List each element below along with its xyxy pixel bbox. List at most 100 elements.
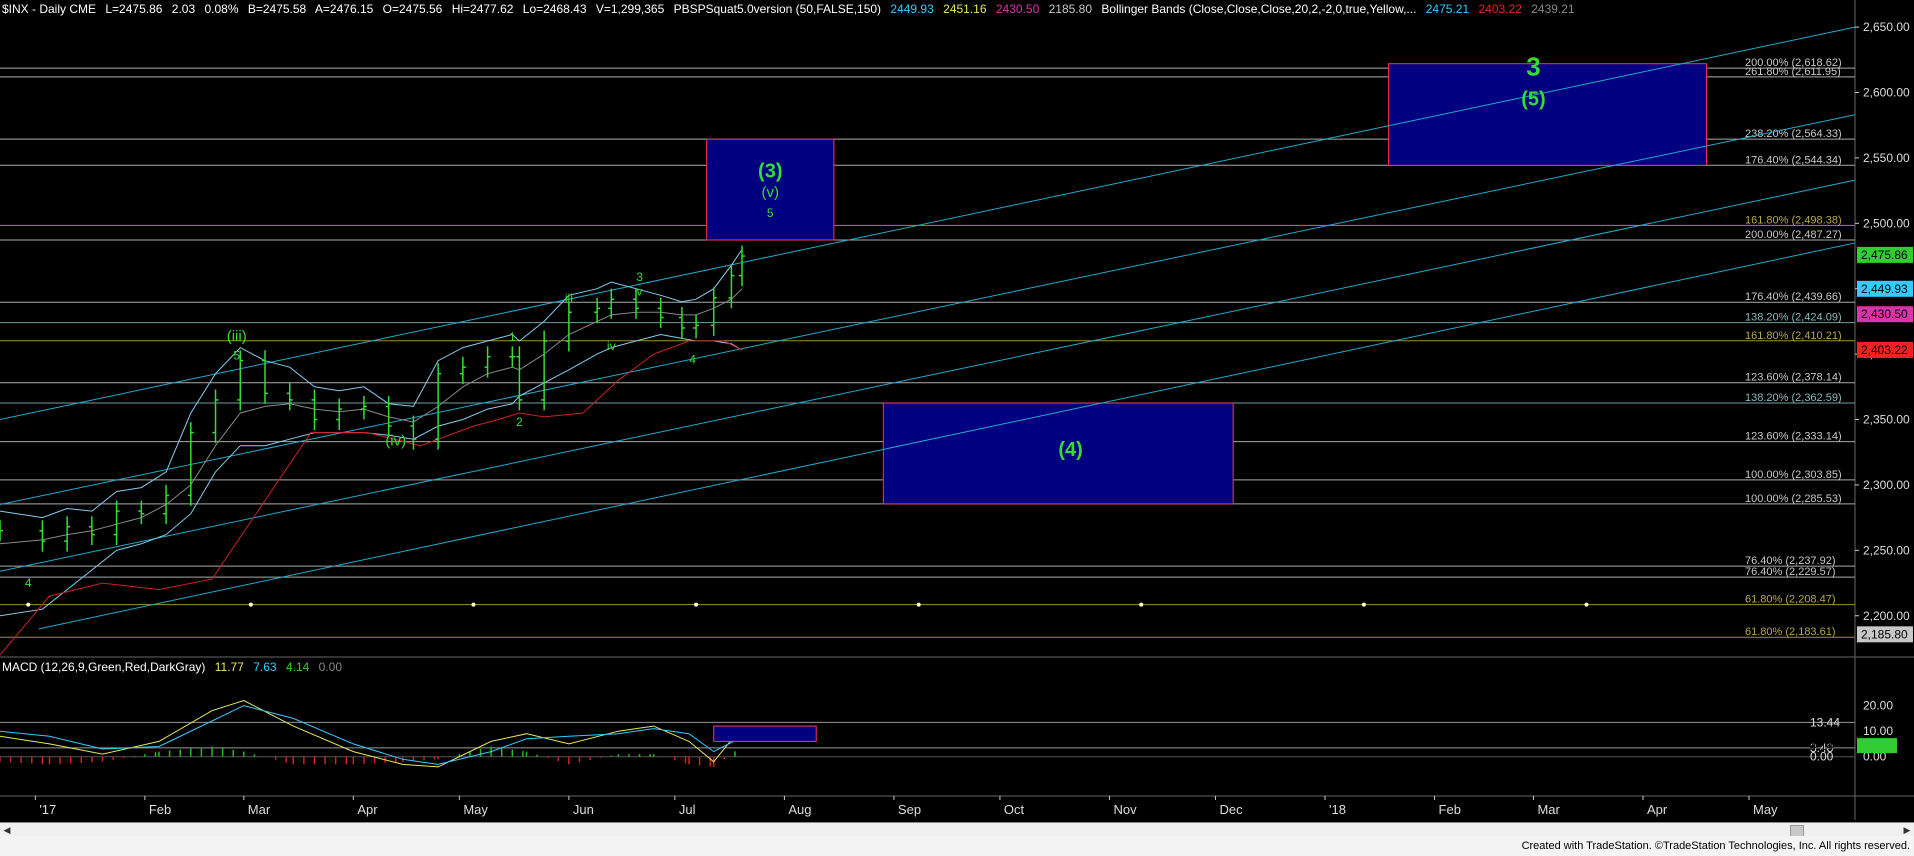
wave-label: (4) (1058, 439, 1082, 461)
indicator-value-2: 2451.16 (943, 2, 987, 16)
time-axis-label: Jul (679, 802, 696, 817)
copyright-credit: Created with TradeStation. ©TradeStation… (1521, 840, 1910, 852)
time-marker-dot (248, 602, 253, 607)
fib-level-label: 176.40% (2,439.66) (1745, 291, 1842, 303)
fib-level-label: 123.60% (2,333.14) (1745, 431, 1842, 443)
macd-axis-badge-label: 13.44 (1810, 715, 1840, 729)
bollinger-value-3: 2439.21 (1531, 2, 1575, 16)
wave-label: (3) (758, 161, 782, 183)
change-value: 2.03 (171, 2, 196, 16)
wave-label: 3 (1526, 51, 1540, 81)
fib-level-label: 261.80% (2,611.95) (1745, 66, 1841, 78)
indicator-label: PBSPSquat5.0version (50,FALSE,150) (673, 2, 882, 16)
time-axis-label: Feb (149, 802, 171, 817)
last-price: L=2475.86 (105, 2, 163, 16)
wave-label: iv (607, 339, 616, 353)
time-axis-label: Feb (1439, 802, 1461, 817)
price-axis-label: 2,600.00 (1863, 85, 1910, 99)
wave-label: (5) (1521, 89, 1545, 111)
symbol-label: $INX - Daily CME (2, 2, 97, 16)
volume-value: V=1,299,365 (595, 2, 665, 16)
time-marker-dot (916, 602, 921, 607)
time-axis-label: Sep (898, 802, 921, 817)
wave-label: 4 (689, 352, 696, 366)
price-axis-label: 2,300.00 (1863, 478, 1910, 492)
wave-label: 5 (767, 206, 774, 220)
wave-label: (iii) (227, 328, 247, 345)
price-axis-badge-label: 2,449.93 (1861, 282, 1908, 296)
wave-label: 3 (636, 270, 643, 284)
indicator-value-4: 2185.80 (1048, 2, 1092, 16)
low-price: Lo=2468.43 (522, 2, 587, 16)
price-axis-badge-label: 2,185.80 (1861, 627, 1908, 641)
scroll-right-arrow-icon[interactable]: ▶ (1900, 823, 1914, 837)
scroll-left-arrow-icon[interactable]: ◀ (0, 823, 14, 837)
wave-label: iii (565, 291, 573, 305)
price-axis-badge-label: 2,430.50 (1861, 307, 1908, 321)
price-axis-badge-label: 2,403.22 (1861, 343, 1908, 357)
footer-bar: Created with TradeStation. ©TradeStation… (0, 836, 1914, 856)
macd-axis-label: 10.00 (1863, 724, 1893, 738)
change-pct: 0.08% (204, 2, 239, 16)
time-axis-label: Oct (1004, 802, 1025, 817)
macd-axis-label: 20.00 (1863, 699, 1893, 713)
time-axis-label: '18 (1329, 802, 1346, 817)
bollinger-value-2: 2403.22 (1478, 2, 1522, 16)
open-price: O=2475.56 (382, 2, 443, 16)
price-chart: 200.00% (2,618.62)261.80% (2,611.95)238.… (0, 0, 1914, 822)
wave-label: 5 (233, 348, 240, 362)
fib-level-label: 200.00% (2,487.27) (1745, 229, 1842, 241)
time-axis-label: Mar (1537, 802, 1560, 817)
time-axis-label: Apr (357, 802, 378, 817)
wave-label: v (637, 284, 643, 298)
time-marker-dot (694, 602, 699, 607)
time-axis-label: Mar (248, 802, 271, 817)
bid-price: B=2475.58 (247, 2, 307, 16)
high-price: Hi=2477.62 (451, 2, 514, 16)
price-axis-label: 2,250.00 (1863, 543, 1910, 557)
bollinger-label: Bollinger Bands (Close,Close,Close,20,2,… (1101, 2, 1417, 16)
time-axis-label: Dec (1219, 802, 1243, 817)
macd-axis-badge-label: 0.00 (1810, 750, 1834, 764)
ask-price: A=2476.15 (314, 2, 374, 16)
macd-header: MACD (12,26,9,Green,Red,DarkGray) 11.77 … (2, 660, 348, 674)
price-axis-label: 2,200.00 (1863, 609, 1910, 623)
wave-label: 4 (25, 576, 32, 590)
time-axis-label: May (463, 802, 488, 817)
fib-level-label: 176.40% (2,544.34) (1745, 154, 1842, 166)
macd-value: 11.77 (214, 660, 244, 674)
indicator-value-1: 2449.93 (890, 2, 934, 16)
price-axis-label: 2,550.00 (1863, 151, 1910, 165)
price-axis-badge-label: 2,475.86 (1861, 248, 1908, 262)
macd-signal-value: 7.63 (253, 660, 277, 674)
time-axis-label: Nov (1113, 802, 1137, 817)
time-axis-label: May (1753, 802, 1778, 817)
fib-level-label: 138.20% (2,424.09) (1745, 312, 1842, 324)
wave-5-box (1388, 63, 1708, 166)
time-marker-dot (1584, 602, 1589, 607)
fib-level-label: 238.20% (2,564.33) (1745, 128, 1842, 140)
wave-label: (v) (762, 184, 780, 201)
fib-level-label: 138.20% (2,362.59) (1745, 392, 1842, 404)
time-axis-label: Apr (1647, 802, 1668, 817)
fib-level-label: 61.80% (2,208.47) (1745, 594, 1836, 606)
fib-level-label: 61.80% (2,183.61) (1745, 626, 1836, 638)
time-marker-dot (1139, 602, 1144, 607)
time-marker-dot (471, 602, 476, 607)
price-axis-label: 2,500.00 (1863, 216, 1910, 230)
time-axis-label: Jun (573, 802, 594, 817)
horizontal-scrollbar[interactable]: ◀ ▶ (0, 822, 1914, 837)
fib-level-label: 123.60% (2,378.14) (1745, 372, 1842, 384)
fib-level-label: 100.00% (2,285.53) (1745, 493, 1842, 505)
price-axis-label: 2,650.00 (1863, 20, 1910, 34)
fib-level-label: 161.80% (2,410.21) (1745, 330, 1842, 342)
fib-level-label: 100.00% (2,303.85) (1745, 469, 1842, 481)
price-axis-label: 2,350.00 (1863, 413, 1910, 427)
macd-zero-value: 0.00 (318, 660, 342, 674)
time-axis-label: '17 (39, 802, 56, 817)
time-marker-dot (1361, 602, 1366, 607)
chart-header: $INX - Daily CME L=2475.86 2.03 0.08% B=… (2, 2, 1581, 16)
macd-label: MACD (12,26,9,Green,Red,DarkGray) (2, 660, 206, 674)
time-axis-label: Aug (788, 802, 811, 817)
macd-axis-badge (1857, 738, 1897, 754)
